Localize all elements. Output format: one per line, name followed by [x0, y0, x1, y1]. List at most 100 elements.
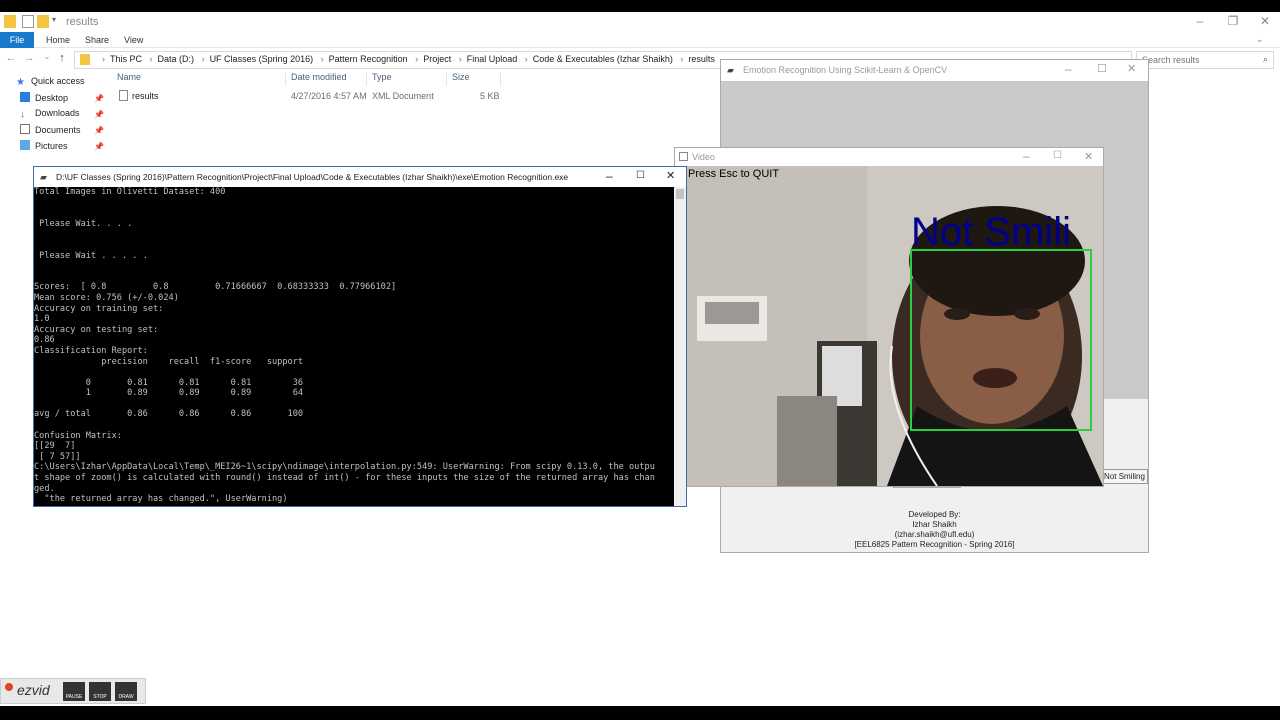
nav-item-pictures[interactable]: Pictures [20, 140, 68, 154]
nav-item-desktop[interactable]: Desktop [20, 92, 68, 106]
emotion-window-title: Emotion Recognition Using Scikit-Learn &… [743, 65, 948, 75]
column-divider [366, 72, 367, 86]
minimize-button[interactable]: – [1065, 62, 1072, 76]
close-button[interactable]: ✕ [1250, 14, 1280, 30]
recent-dropdown-icon[interactable]: ⌄ [40, 52, 54, 66]
recorder-logo: ezvid [17, 682, 50, 698]
search-icon[interactable]: ⌕ [1263, 54, 1268, 65]
breadcrumb-sep: › [102, 54, 105, 64]
breadcrumb-item[interactable]: This PC [110, 54, 142, 64]
star-icon: ★ [16, 77, 25, 88]
search-box[interactable]: ⌕ [1136, 51, 1274, 69]
stop-button[interactable]: STOP [89, 682, 111, 701]
tab-share[interactable]: Share [85, 32, 109, 48]
back-arrow-icon[interactable]: ← [4, 52, 18, 66]
xml-file-icon [119, 90, 128, 101]
button-label: STOP [93, 694, 107, 700]
pin-icon[interactable]: 📌 [94, 142, 104, 151]
documents-icon [20, 124, 30, 134]
console-app-icon: ▰ [40, 172, 47, 182]
console-titlebar: ▰ D:\UF Classes (Spring 2016)\Pattern Re… [34, 167, 686, 187]
file-type: XML Document [372, 91, 434, 101]
file-size: 5 KB [480, 91, 500, 101]
console-title: D:\UF Classes (Spring 2016)\Pattern Reco… [56, 172, 569, 182]
webcam-frame: Press Esc to QUIT Not Smili [687, 166, 1103, 486]
maximize-button[interactable]: ☐ [1097, 62, 1107, 75]
console-window: ▰ D:\UF Classes (Spring 2016)\Pattern Re… [33, 166, 687, 507]
pictures-icon [20, 140, 30, 150]
column-header-date[interactable]: Date modified [291, 72, 347, 82]
breadcrumb-item[interactable]: UF Classes (Spring 2016) [210, 54, 314, 64]
breadcrumb-sep: › [201, 54, 205, 64]
video-titlebar: Video – ☐ ✕ [675, 148, 1103, 166]
credits-line: (izhar.shaikh@ufl.edu) [894, 530, 975, 539]
maximize-button[interactable]: ☐ [1053, 150, 1062, 161]
column-header-size[interactable]: Size [452, 72, 470, 82]
record-icon [5, 683, 13, 691]
breadcrumb: › This PC › Data (D:) › UF Classes (Spring … [97, 54, 715, 64]
properties-icon[interactable] [22, 15, 34, 28]
video-window: Video – ☐ ✕ Press Esc to QUIT Not Smili [674, 147, 1104, 487]
divider [893, 487, 961, 490]
expand-ribbon-icon[interactable]: ⌄ [1256, 34, 1264, 45]
nav-label: Pictures [35, 141, 68, 151]
nav-label: Documents [35, 125, 81, 135]
breadcrumb-item[interactable]: Final Upload [467, 54, 518, 64]
nav-item-downloads[interactable]: ↓ Downloads [20, 108, 80, 122]
prediction-label: Not Smili [911, 210, 1072, 254]
search-input[interactable] [1142, 53, 1252, 67]
breadcrumb-item[interactable]: results [688, 54, 715, 64]
column-divider [446, 72, 447, 86]
breadcrumb-item[interactable]: Data (D:) [158, 54, 195, 64]
pin-icon[interactable]: 📌 [94, 126, 104, 135]
ribbon: File Home Share View ⌄ [0, 32, 1280, 48]
maximize-button[interactable]: ❐ [1218, 14, 1248, 30]
scroll-thumb[interactable] [676, 189, 684, 199]
nav-item-documents[interactable]: Documents [20, 124, 81, 138]
close-button[interactable]: ✕ [1127, 62, 1136, 75]
new-folder-icon[interactable] [37, 15, 49, 28]
column-header-name[interactable]: Name [117, 72, 141, 82]
pin-icon[interactable]: 📌 [94, 94, 104, 103]
breadcrumb-item[interactable]: Pattern Recognition [329, 54, 408, 64]
pause-button[interactable]: PAUSE [63, 682, 85, 701]
video-window-title: Video [692, 152, 715, 162]
explorer-title: results [66, 16, 99, 28]
tab-home[interactable]: Home [46, 32, 70, 48]
result-button[interactable]: Not Smiling [1101, 469, 1148, 484]
file-date: 4/27/2016 4:57 AM [291, 91, 367, 101]
credits-line: [EEL6825 Pattern Recognition - Spring 20… [854, 540, 1015, 549]
breadcrumb-sep: › [415, 54, 419, 64]
button-label: DRAW [118, 694, 134, 700]
credits-line: Developed By: [908, 510, 961, 519]
download-icon: ↓ [20, 109, 25, 120]
column-header-type[interactable]: Type [372, 72, 392, 82]
nav-label: Desktop [35, 93, 69, 103]
up-arrow-icon[interactable]: ↑ [55, 52, 69, 66]
credits-line: Izhar Shaikh [912, 520, 957, 529]
breadcrumb-item[interactable]: Project [423, 54, 451, 64]
close-button[interactable]: ✕ [1084, 150, 1093, 163]
console-scrollbar[interactable] [674, 187, 686, 506]
tab-file[interactable]: File [0, 32, 34, 48]
tab-view[interactable]: View [124, 32, 143, 48]
app-icon: ▰ [727, 65, 734, 75]
pin-icon[interactable]: 📌 [94, 110, 104, 119]
console-output[interactable]: Total Images in Olivetti Dataset: 400 Pl… [34, 187, 674, 506]
qat-dropdown-icon[interactable]: ▾ [52, 15, 64, 28]
breadcrumb-item[interactable]: Code & Executables (Izhar Shaikh) [533, 54, 673, 64]
breadcrumb-sep: › [458, 54, 462, 64]
column-divider [285, 72, 286, 86]
breadcrumb-sep: › [524, 54, 528, 64]
draw-button[interactable]: DRAW [115, 682, 137, 701]
minimize-button[interactable]: – [1185, 14, 1215, 30]
minimize-button[interactable]: – [606, 169, 613, 183]
credits: Developed By: Izhar Shaikh (izhar.shaikh… [721, 510, 1148, 550]
maximize-button[interactable]: ☐ [636, 170, 645, 181]
forward-arrow-icon[interactable]: → [22, 52, 36, 66]
close-button[interactable]: ✕ [666, 169, 675, 182]
nav-quick-access[interactable]: ★ Quick access [16, 76, 85, 90]
emotion-titlebar: ▰ Emotion Recognition Using Scikit-Learn… [721, 60, 1148, 81]
breadcrumb-sep: › [149, 54, 153, 64]
minimize-button[interactable]: – [1023, 149, 1030, 163]
